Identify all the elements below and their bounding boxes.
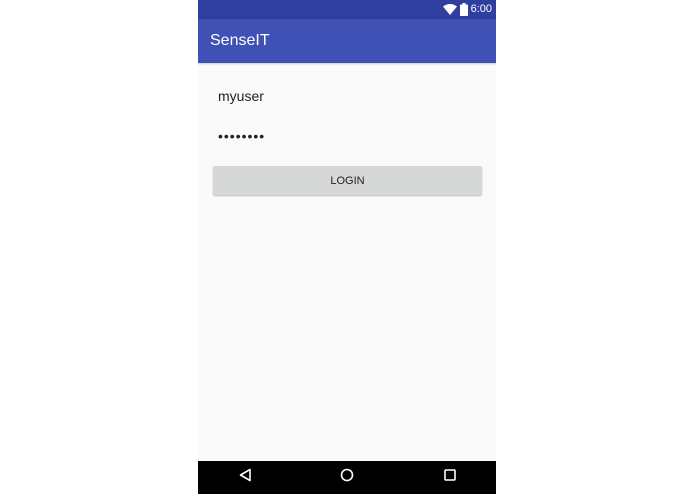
battery-icon (459, 3, 468, 16)
status-bar: 6:00 (198, 0, 496, 19)
back-icon (238, 468, 252, 487)
phone-screen: 6:00 SenseIT myuser •••••••• LOGIN (198, 0, 496, 494)
password-field[interactable]: •••••••• (218, 127, 476, 145)
recents-button[interactable] (430, 461, 470, 494)
username-field[interactable]: myuser (218, 87, 476, 105)
navigation-bar (198, 461, 496, 494)
status-time: 6:00 (470, 3, 492, 15)
home-button[interactable] (327, 461, 367, 494)
wifi-icon (442, 4, 457, 15)
login-button[interactable]: LOGIN (213, 166, 482, 195)
home-icon (340, 468, 354, 487)
app-bar: SenseIT (198, 19, 496, 63)
back-button[interactable] (225, 461, 265, 494)
login-form: myuser •••••••• LOGIN (198, 63, 496, 461)
status-icons: 6:00 (442, 0, 492, 19)
recents-icon (443, 468, 457, 487)
app-title: SenseIT (210, 32, 270, 49)
